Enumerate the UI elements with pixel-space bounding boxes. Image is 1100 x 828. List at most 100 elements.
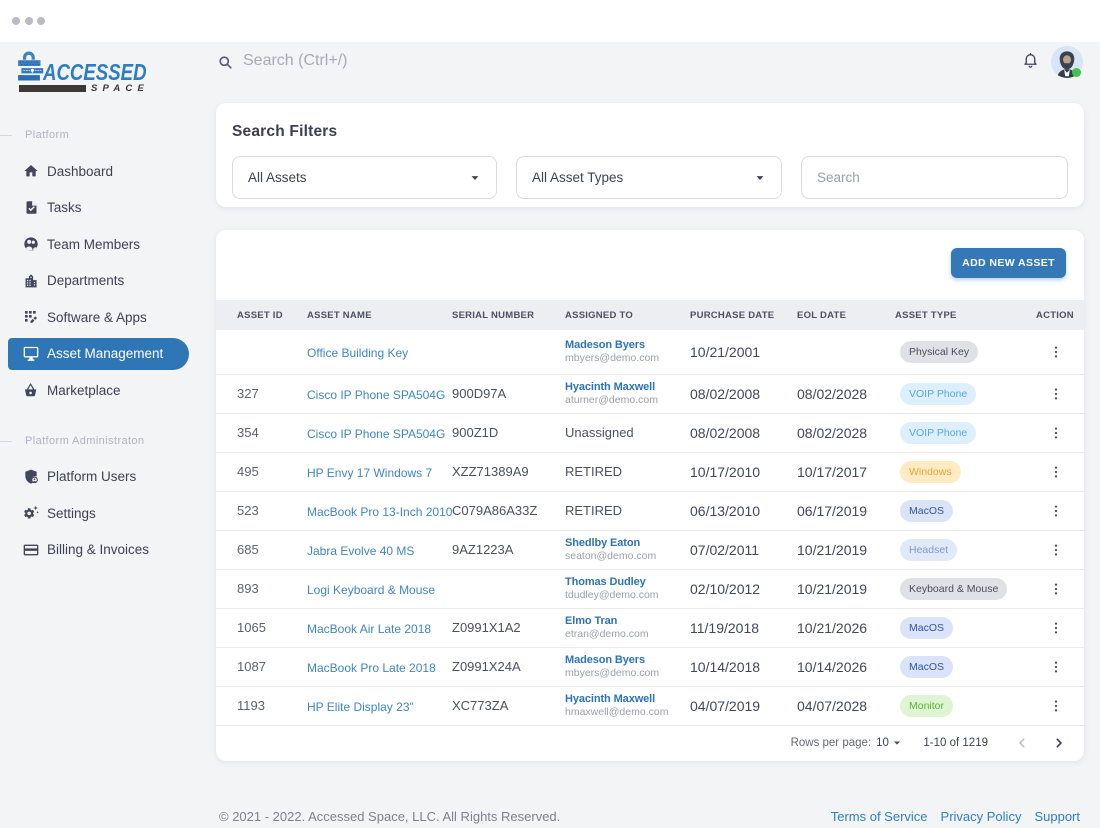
window-close-button[interactable]	[12, 16, 20, 25]
cell-assigned-to: Madeson Byers mbyers@demo.com	[565, 653, 690, 680]
cell-purchase-date: 10/21/2001	[690, 343, 761, 360]
column-header-asset-type: ASSET TYPE	[895, 309, 957, 321]
cell-eol-date: 08/02/2028	[797, 424, 868, 441]
sidebar-item-marketplace[interactable]: Marketplace	[0, 372, 200, 409]
footer-link-support[interactable]: Support	[1034, 809, 1080, 824]
cell-asset-name: MacBook Air Late 2018	[307, 620, 452, 636]
cell-asset-type: VOIP Phone	[895, 421, 1036, 444]
cell-eol-date: 08/02/2028	[797, 385, 868, 402]
assigned-person-link[interactable]: Madeson Byers	[565, 338, 690, 352]
column-header-serial-number: SERIAL NUMBER	[452, 309, 535, 321]
rows-per-page-value[interactable]: 10	[876, 737, 889, 749]
sidebar-item-team-members[interactable]: Team Members	[0, 226, 200, 263]
footer-link-privacy[interactable]: Privacy Policy	[941, 809, 1022, 824]
asset-name-link[interactable]: Cisco IP Phone SPA504G	[307, 388, 445, 402]
asset-name-link[interactable]: Logi Keyboard & Mouse	[307, 583, 435, 597]
window-minimize-button[interactable]	[24, 16, 33, 25]
chevron-down-icon[interactable]	[889, 735, 905, 751]
sidebar-item-tasks[interactable]: Tasks	[0, 190, 200, 227]
cell-purchase-date: 08/02/2008	[690, 424, 761, 441]
assigned-person-link[interactable]: Hyacinth Maxwell	[565, 692, 690, 706]
row-actions-button[interactable]	[1044, 460, 1068, 484]
row-actions-button[interactable]	[1044, 616, 1068, 640]
previous-page-button[interactable]	[1010, 731, 1034, 755]
column-header-purchase-date: PURCHASE DATE	[690, 309, 775, 321]
assigned-person-link: RETIRED	[565, 464, 623, 479]
assigned-person-link[interactable]: Shedlby Eaton	[565, 536, 690, 550]
cell-assigned-to: Hyacinth Maxwell hmaxwell@demo.com	[565, 692, 690, 719]
add-new-asset-button[interactable]: ADD NEW ASSET	[951, 248, 1066, 278]
table-row: Office Building Key Madeson Byers mbyers…	[216, 330, 1084, 375]
next-page-button[interactable]	[1047, 731, 1071, 755]
cell-action	[1036, 577, 1084, 601]
asset-name-link[interactable]: HP Envy 17 Windows 7	[307, 466, 432, 480]
row-actions-button[interactable]	[1044, 499, 1068, 523]
app-logo[interactable]: ACCESSED SPACE	[17, 46, 157, 96]
row-actions-button[interactable]	[1044, 694, 1068, 718]
dots-vertical-icon	[1054, 426, 1057, 439]
cell-asset-id: 1087	[237, 659, 266, 674]
sidebar-item-label: Platform Users	[47, 469, 137, 485]
filter-search-placeholder: Search	[817, 170, 860, 185]
row-actions-button[interactable]	[1044, 577, 1068, 601]
assigned-person-link[interactable]: Hyacinth Maxwell	[565, 380, 690, 394]
cell-assigned-to: Shedlby Eaton seaton@demo.com	[565, 536, 690, 563]
column-header-assigned-to: ASSIGNED TO	[565, 309, 634, 321]
row-actions-button[interactable]	[1044, 655, 1068, 679]
team-icon	[23, 236, 39, 252]
asset-name-link[interactable]: HP Elite Display 23”	[307, 700, 414, 714]
sidebar-section-platform: Platform	[0, 117, 200, 153]
assigned-person-link[interactable]: Thomas Dudley	[565, 575, 690, 589]
asset-name-link[interactable]: MacBook Pro Late 2018	[307, 661, 436, 675]
asset-name-link[interactable]: Office Building Key	[307, 346, 408, 360]
asset-name-link[interactable]: MacBook Air Late 2018	[307, 622, 431, 636]
asset-type-filter-select[interactable]: All Asset Types	[516, 156, 782, 199]
assigned-person-email: mbyers@demo.com	[565, 352, 660, 365]
filter-search-field[interactable]: Search	[801, 156, 1068, 199]
bell-icon[interactable]	[1022, 50, 1039, 70]
window-maximize-button[interactable]	[37, 16, 45, 25]
dots-vertical-icon	[1054, 582, 1057, 595]
sidebar-item-departments[interactable]: Departments	[0, 263, 200, 300]
asset-filter-select[interactable]: All Assets	[232, 156, 497, 199]
cell-asset-id: 523	[237, 503, 259, 518]
cell-asset-name: MacBook Pro 13-Inch 2010	[307, 503, 452, 519]
table-row: 523 MacBook Pro 13-Inch 2010 C079A86A33Z…	[216, 492, 1084, 531]
asset-name-link[interactable]: Cisco IP Phone SPA504G	[307, 427, 445, 441]
dots-vertical-icon	[1054, 660, 1057, 673]
asset-type-badge: Monitor	[900, 694, 954, 717]
sidebar-item-asset-management[interactable]: Asset Management	[0, 336, 200, 373]
cell-asset-name: MacBook Pro Late 2018	[307, 659, 452, 675]
cell-asset-type: Monitor	[895, 694, 1036, 717]
footer-link-terms[interactable]: Terms of Service	[831, 809, 928, 824]
cell-serial-number: XC773ZA	[452, 698, 509, 713]
cell-asset-type: Physical Key	[895, 340, 1036, 363]
cell-asset-type: MacOS	[895, 499, 1036, 522]
asset-name-link[interactable]: MacBook Pro 13-Inch 2010	[307, 505, 452, 519]
dots-vertical-icon	[1054, 504, 1057, 517]
credit-card-icon	[23, 542, 39, 558]
cell-purchase-date: 11/19/2018	[690, 619, 760, 636]
asset-type-badge: Keyboard & Mouse	[900, 577, 1008, 600]
row-actions-button[interactable]	[1044, 421, 1068, 445]
table-row: 685 Jabra Evolve 40 MS 9AZ1223A Shedlby …	[216, 531, 1084, 570]
asset-type-badge: Windows	[900, 460, 961, 483]
row-actions-button[interactable]	[1044, 538, 1068, 562]
asset-name-link[interactable]: Jabra Evolve 40 MS	[307, 544, 414, 558]
window-titlebar	[0, 0, 1100, 42]
assigned-person-link[interactable]: Madeson Byers	[565, 653, 690, 667]
assigned-person-link[interactable]: Elmo Tran	[565, 614, 690, 628]
cell-asset-name: Jabra Evolve 40 MS	[307, 542, 452, 558]
sidebar-section-label: Platform Administraton	[25, 434, 145, 447]
row-actions-button[interactable]	[1044, 382, 1068, 406]
row-actions-button[interactable]	[1044, 340, 1068, 364]
cell-asset-type: Keyboard & Mouse	[895, 577, 1036, 600]
global-search-input[interactable]	[243, 52, 543, 70]
sidebar-item-dashboard[interactable]: Dashboard	[0, 153, 200, 190]
cell-purchase-date: 06/13/2010	[690, 502, 761, 519]
sidebar-item-billing-invoices[interactable]: Billing & Invoices	[0, 532, 200, 569]
sidebar-item-platform-users[interactable]: Platform Users	[0, 459, 200, 496]
cell-asset-id: 685	[237, 542, 259, 557]
sidebar-item-settings[interactable]: Settings	[0, 495, 200, 532]
sidebar-item-software-apps[interactable]: Software & Apps	[0, 299, 200, 336]
